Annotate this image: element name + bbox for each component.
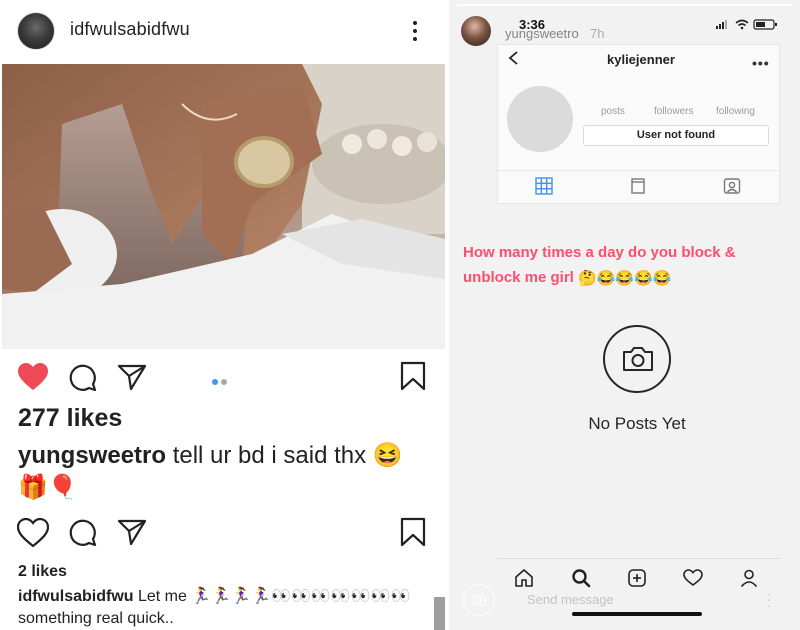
story-username[interactable]: yungsweetro [505,26,579,41]
scrollbar[interactable] [434,597,445,630]
caption-text-2: something real quick.. [18,610,174,627]
story-camera-button[interactable] [463,584,495,616]
story-panel: 3:36 yungsweetro 7h kyliejenner ••• post… [449,0,800,630]
avatar[interactable] [17,12,55,50]
post-actions-bar-2 [0,514,445,554]
instagram-post-panel: idfwulsabidfwu 277 likes yungsweetro tel… [0,0,445,630]
heart-filled-icon[interactable] [17,362,49,392]
grid-icon[interactable] [535,177,553,195]
heart-icon[interactable] [17,518,49,548]
story-emojis: 🤔😂😂😂😂 [578,269,672,287]
status-icons [716,19,777,30]
comment-text: tell ur bd i said thx [166,442,373,469]
stat-following: following [716,106,755,117]
comment-emoji: 😆 [372,442,403,469]
post-photo[interactable] [2,64,445,349]
more-vertical-icon[interactable]: · · · [767,586,772,612]
profile-icon[interactable] [739,568,759,588]
profile-avatar [507,86,573,152]
comment: yungsweetro tell ur bd i said thx 😆 🎁🎈 [18,440,438,504]
bottom-tabbar [497,560,780,596]
share-icon[interactable] [117,518,147,546]
story-avatar[interactable] [461,16,491,46]
caption-text: Let me [133,588,192,605]
user-not-found-button[interactable]: User not found [583,125,769,146]
stat-posts: posts [601,106,625,117]
carousel-indicator [212,372,230,390]
photo-image [2,64,445,349]
profile-name: kyliejenner [607,52,675,67]
battery-icon [753,19,777,30]
story-progress-bar [457,4,792,6]
caption-emojis: 🏃‍♀️🏃‍♀️🏃‍♀️🏃‍♀️👀👀👀👀👀👀👀 [191,588,411,605]
camera-icon [623,347,653,371]
more-options-icon[interactable] [405,18,425,44]
comment-icon[interactable] [68,518,98,548]
back-chevron-icon[interactable] [507,50,519,66]
carousel-dot-active [212,379,218,385]
add-icon[interactable] [627,568,647,588]
post-header: idfwulsabidfwu [0,0,445,62]
comment-emoji-line: 🎁🎈 [18,474,78,501]
likes-count-small[interactable]: 2 likes [18,563,67,581]
caption: idfwulsabidfwu Let me 🏃‍♀️🏃‍♀️🏃‍♀️🏃‍♀️👀👀… [18,586,438,630]
caption-username[interactable]: idfwulsabidfwu [18,588,134,605]
bookmark-icon[interactable] [400,361,426,391]
bookmark-icon[interactable] [400,517,426,547]
tagged-icon[interactable] [723,177,741,195]
story-age: 7h [590,26,605,41]
post-username[interactable]: idfwulsabidfwu [70,19,190,40]
tabbar-divider [497,558,780,559]
comment-icon[interactable] [68,363,98,393]
search-icon[interactable] [571,568,591,588]
camera-icon [472,595,486,606]
story-text: How many times a day do you block & unbl… [463,240,793,291]
comment-username[interactable]: yungsweetro [18,442,166,469]
share-icon[interactable] [117,363,147,391]
igtv-icon[interactable] [630,177,646,195]
signal-icon [716,20,727,29]
heart-icon[interactable] [683,569,703,587]
profile-tabs [497,170,780,204]
wifi-icon [735,19,749,30]
send-message-input[interactable]: Send message [527,592,614,607]
no-posts-label: No Posts Yet [588,414,686,433]
home-indicator [572,612,702,616]
home-icon[interactable] [514,568,534,588]
carousel-dot [221,379,227,385]
likes-count[interactable]: 277 likes [18,404,122,433]
stat-followers: followers [654,106,694,117]
more-icon[interactable]: ••• [752,55,770,71]
camera-circle [603,325,671,393]
